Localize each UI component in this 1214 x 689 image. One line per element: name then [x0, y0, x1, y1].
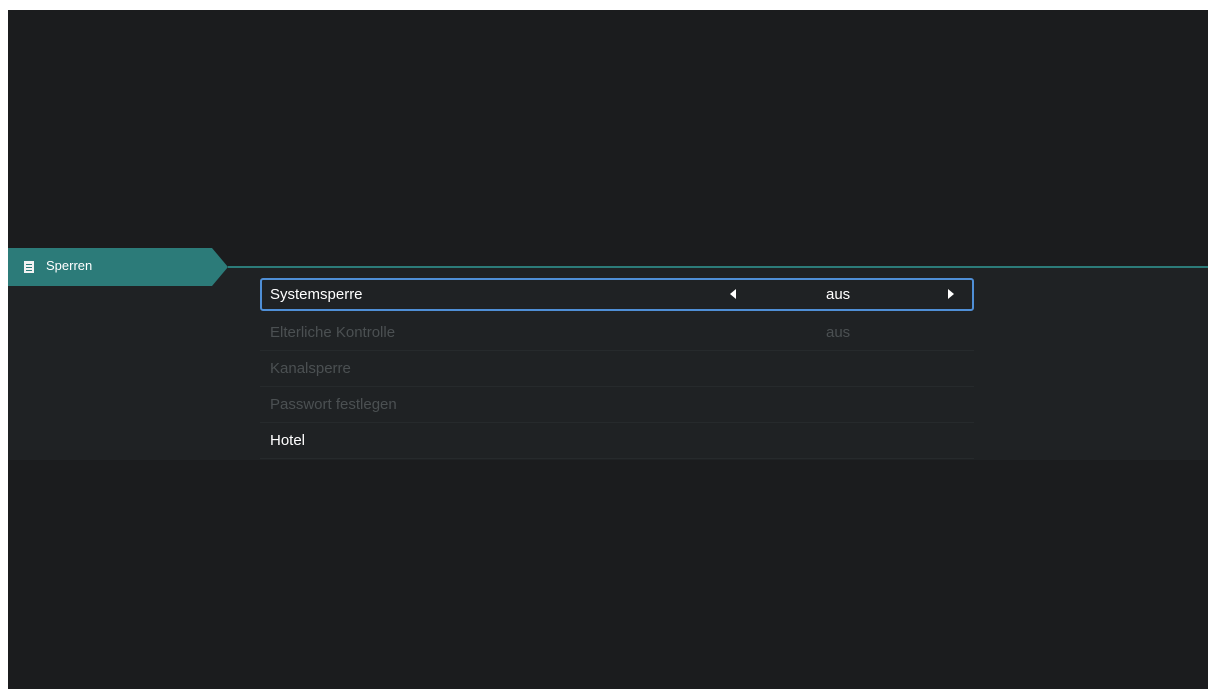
menu-item-elterliche-kontrolle[interactable]: Elterliche Kontrolle aus	[260, 315, 974, 351]
arrow-left-icon[interactable]	[730, 289, 736, 299]
tab-label: Sperren	[46, 258, 93, 273]
menu-item-label: Kanalsperre	[270, 360, 351, 377]
menu-item-value: aus	[826, 286, 851, 303]
tab-sperren[interactable]: Sperren	[8, 248, 228, 286]
arrow-right-icon[interactable]	[948, 289, 954, 299]
menu-item-label: Elterliche Kontrolle	[270, 324, 396, 341]
menu-item-kanalsperre[interactable]: Kanalsperre	[260, 351, 974, 387]
tv-settings-screen: Sperren Systemsperre aus Elterliche Kont…	[8, 10, 1208, 689]
menu-item-label: Hotel	[270, 432, 306, 449]
menu-item-passwort-festlegen[interactable]: Passwort festlegen	[260, 387, 974, 423]
header-divider	[228, 266, 1208, 268]
settings-menu: Systemsperre aus Elterliche Kontrolle au…	[260, 278, 974, 459]
document-icon	[24, 261, 34, 273]
menu-item-value: aus	[826, 324, 851, 341]
menu-item-label: Systemsperre	[270, 286, 363, 303]
menu-item-label: Passwort festlegen	[270, 396, 397, 413]
menu-item-hotel[interactable]: Hotel	[260, 423, 974, 459]
menu-item-systemsperre[interactable]: Systemsperre aus	[260, 278, 974, 311]
